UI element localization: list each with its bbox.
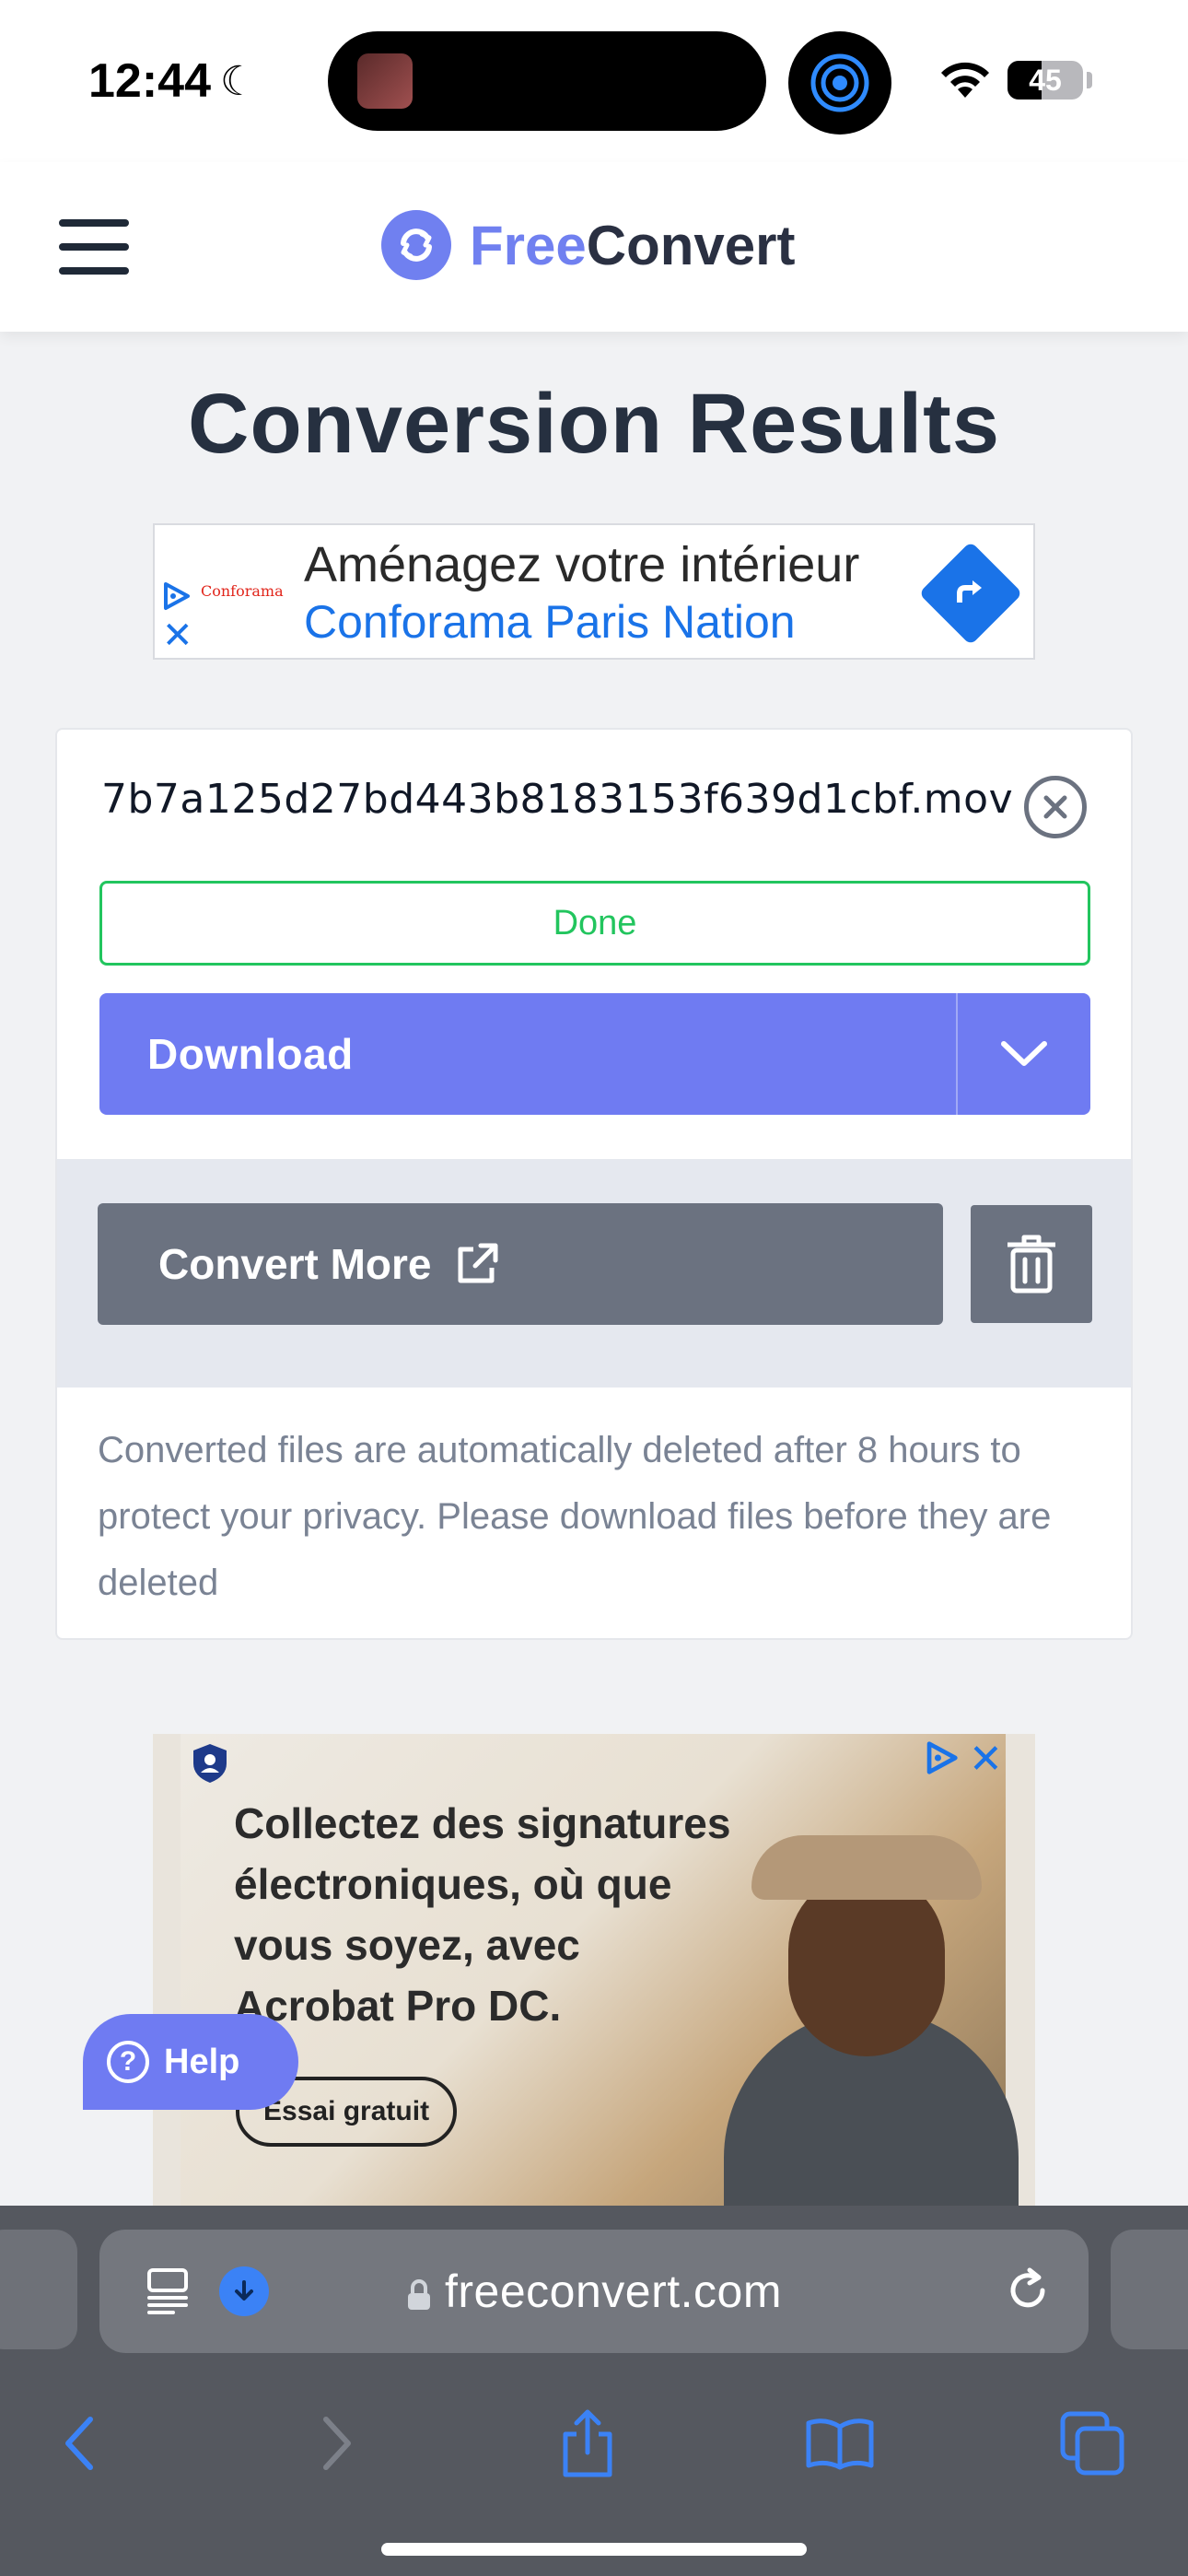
ad-headline[interactable]: Aménagez votre intérieur: [304, 536, 859, 593]
forward-icon[interactable]: [300, 2406, 374, 2480]
convert-more-button[interactable]: Convert More: [98, 1203, 943, 1325]
status-bar: 12:44 ☾ 45: [0, 0, 1188, 162]
browser-nav-row: [0, 2386, 1188, 2497]
site-header: FreeConvert: [0, 162, 1188, 332]
reader-icon[interactable]: [146, 2266, 192, 2321]
dynamic-island[interactable]: [328, 31, 766, 131]
next-tab-preview[interactable]: [1111, 2230, 1188, 2349]
help-button[interactable]: ? Help: [83, 2014, 298, 2110]
deletion-notice: Converted files are automatically delete…: [98, 1430, 1052, 1603]
bookmarks-icon[interactable]: [803, 2406, 877, 2480]
ad-close-icon[interactable]: ✕: [969, 1739, 1003, 1780]
page-title: Conversion Results: [188, 377, 1000, 471]
moon-icon: ☾: [220, 58, 257, 104]
logo-convert: Convert: [586, 214, 796, 276]
download-button[interactable]: Download: [99, 993, 1090, 1115]
previous-tab-preview[interactable]: [0, 2230, 77, 2349]
ad-copy: Collectez des signatures électroniques, …: [234, 1799, 731, 2030]
remove-file-button[interactable]: [1024, 776, 1087, 838]
delete-button[interactable]: [971, 1205, 1092, 1323]
freeconvert-logo[interactable]: FreeConvert: [381, 210, 795, 280]
clock-text: 12:44: [88, 54, 211, 108]
url-text: freeconvert.com: [445, 2266, 782, 2317]
ad-person-head: [788, 1872, 945, 2056]
download-label: Download: [147, 1030, 354, 1078]
file-name: 7b7a125d27bd443b8183153f639d1cbf.mov: [101, 776, 1014, 823]
adchoices-icon[interactable]: [923, 1739, 960, 1781]
ad-banner-bottom[interactable]: ✕ Collectez des signatures électroniques…: [153, 1734, 1035, 2213]
close-icon: [1043, 795, 1067, 819]
wifi-icon: [938, 57, 993, 104]
hamburger-icon[interactable]: [59, 219, 129, 275]
download-options-dropdown[interactable]: [958, 993, 1090, 1115]
ad-close-icon[interactable]: ✕: [162, 617, 193, 654]
reload-icon[interactable]: [1002, 2265, 1054, 2321]
convert-more-label: Convert More: [158, 1240, 432, 1288]
adchoices-icon[interactable]: [160, 580, 192, 616]
address-bar[interactable]: freeconvert.com: [99, 2230, 1089, 2353]
now-playing-thumbnail[interactable]: [357, 53, 413, 109]
convert-logo-icon: [381, 210, 451, 280]
logo-text: FreeConvert: [470, 214, 795, 277]
ad-subline[interactable]: Conforama Paris Nation: [304, 595, 796, 649]
question-icon: ?: [107, 2041, 149, 2083]
tabs-icon[interactable]: [1055, 2406, 1129, 2480]
share-icon[interactable]: [551, 2406, 624, 2480]
conversion-result-card: 7b7a125d27bd443b8183153f639d1cbf.mov Don…: [55, 728, 1133, 1640]
ad-banner-top[interactable]: ✕ Conforama Aménagez votre intérieur Con…: [153, 523, 1035, 660]
trash-icon: [1007, 1235, 1055, 1294]
home-indicator[interactable]: [381, 2543, 807, 2556]
ad-brand-logo: Conforama: [201, 582, 284, 600]
actions-area: Convert More: [57, 1159, 1131, 1388]
battery-level: 45: [1029, 64, 1062, 97]
ad-person-hat: [751, 1835, 982, 1900]
external-link-icon: [458, 1243, 498, 1283]
chevron-down-icon: [1001, 1041, 1047, 1066]
battery-tip: [1087, 72, 1092, 88]
browser-toolbar: freeconvert.com: [0, 2206, 1188, 2576]
logo-free: Free: [470, 214, 587, 276]
battery-icon: 45: [1007, 61, 1083, 100]
shield-icon: [190, 1741, 230, 1790]
directions-icon[interactable]: [918, 541, 1023, 646]
back-icon[interactable]: [42, 2406, 116, 2480]
status-time: 12:44 ☾: [88, 53, 256, 109]
help-label: Help: [164, 2042, 240, 2081]
lock-icon: [408, 2278, 430, 2310]
airdrop-icon[interactable]: [788, 31, 891, 135]
status-badge: Done: [99, 881, 1090, 966]
download-icon[interactable]: [219, 2266, 269, 2316]
